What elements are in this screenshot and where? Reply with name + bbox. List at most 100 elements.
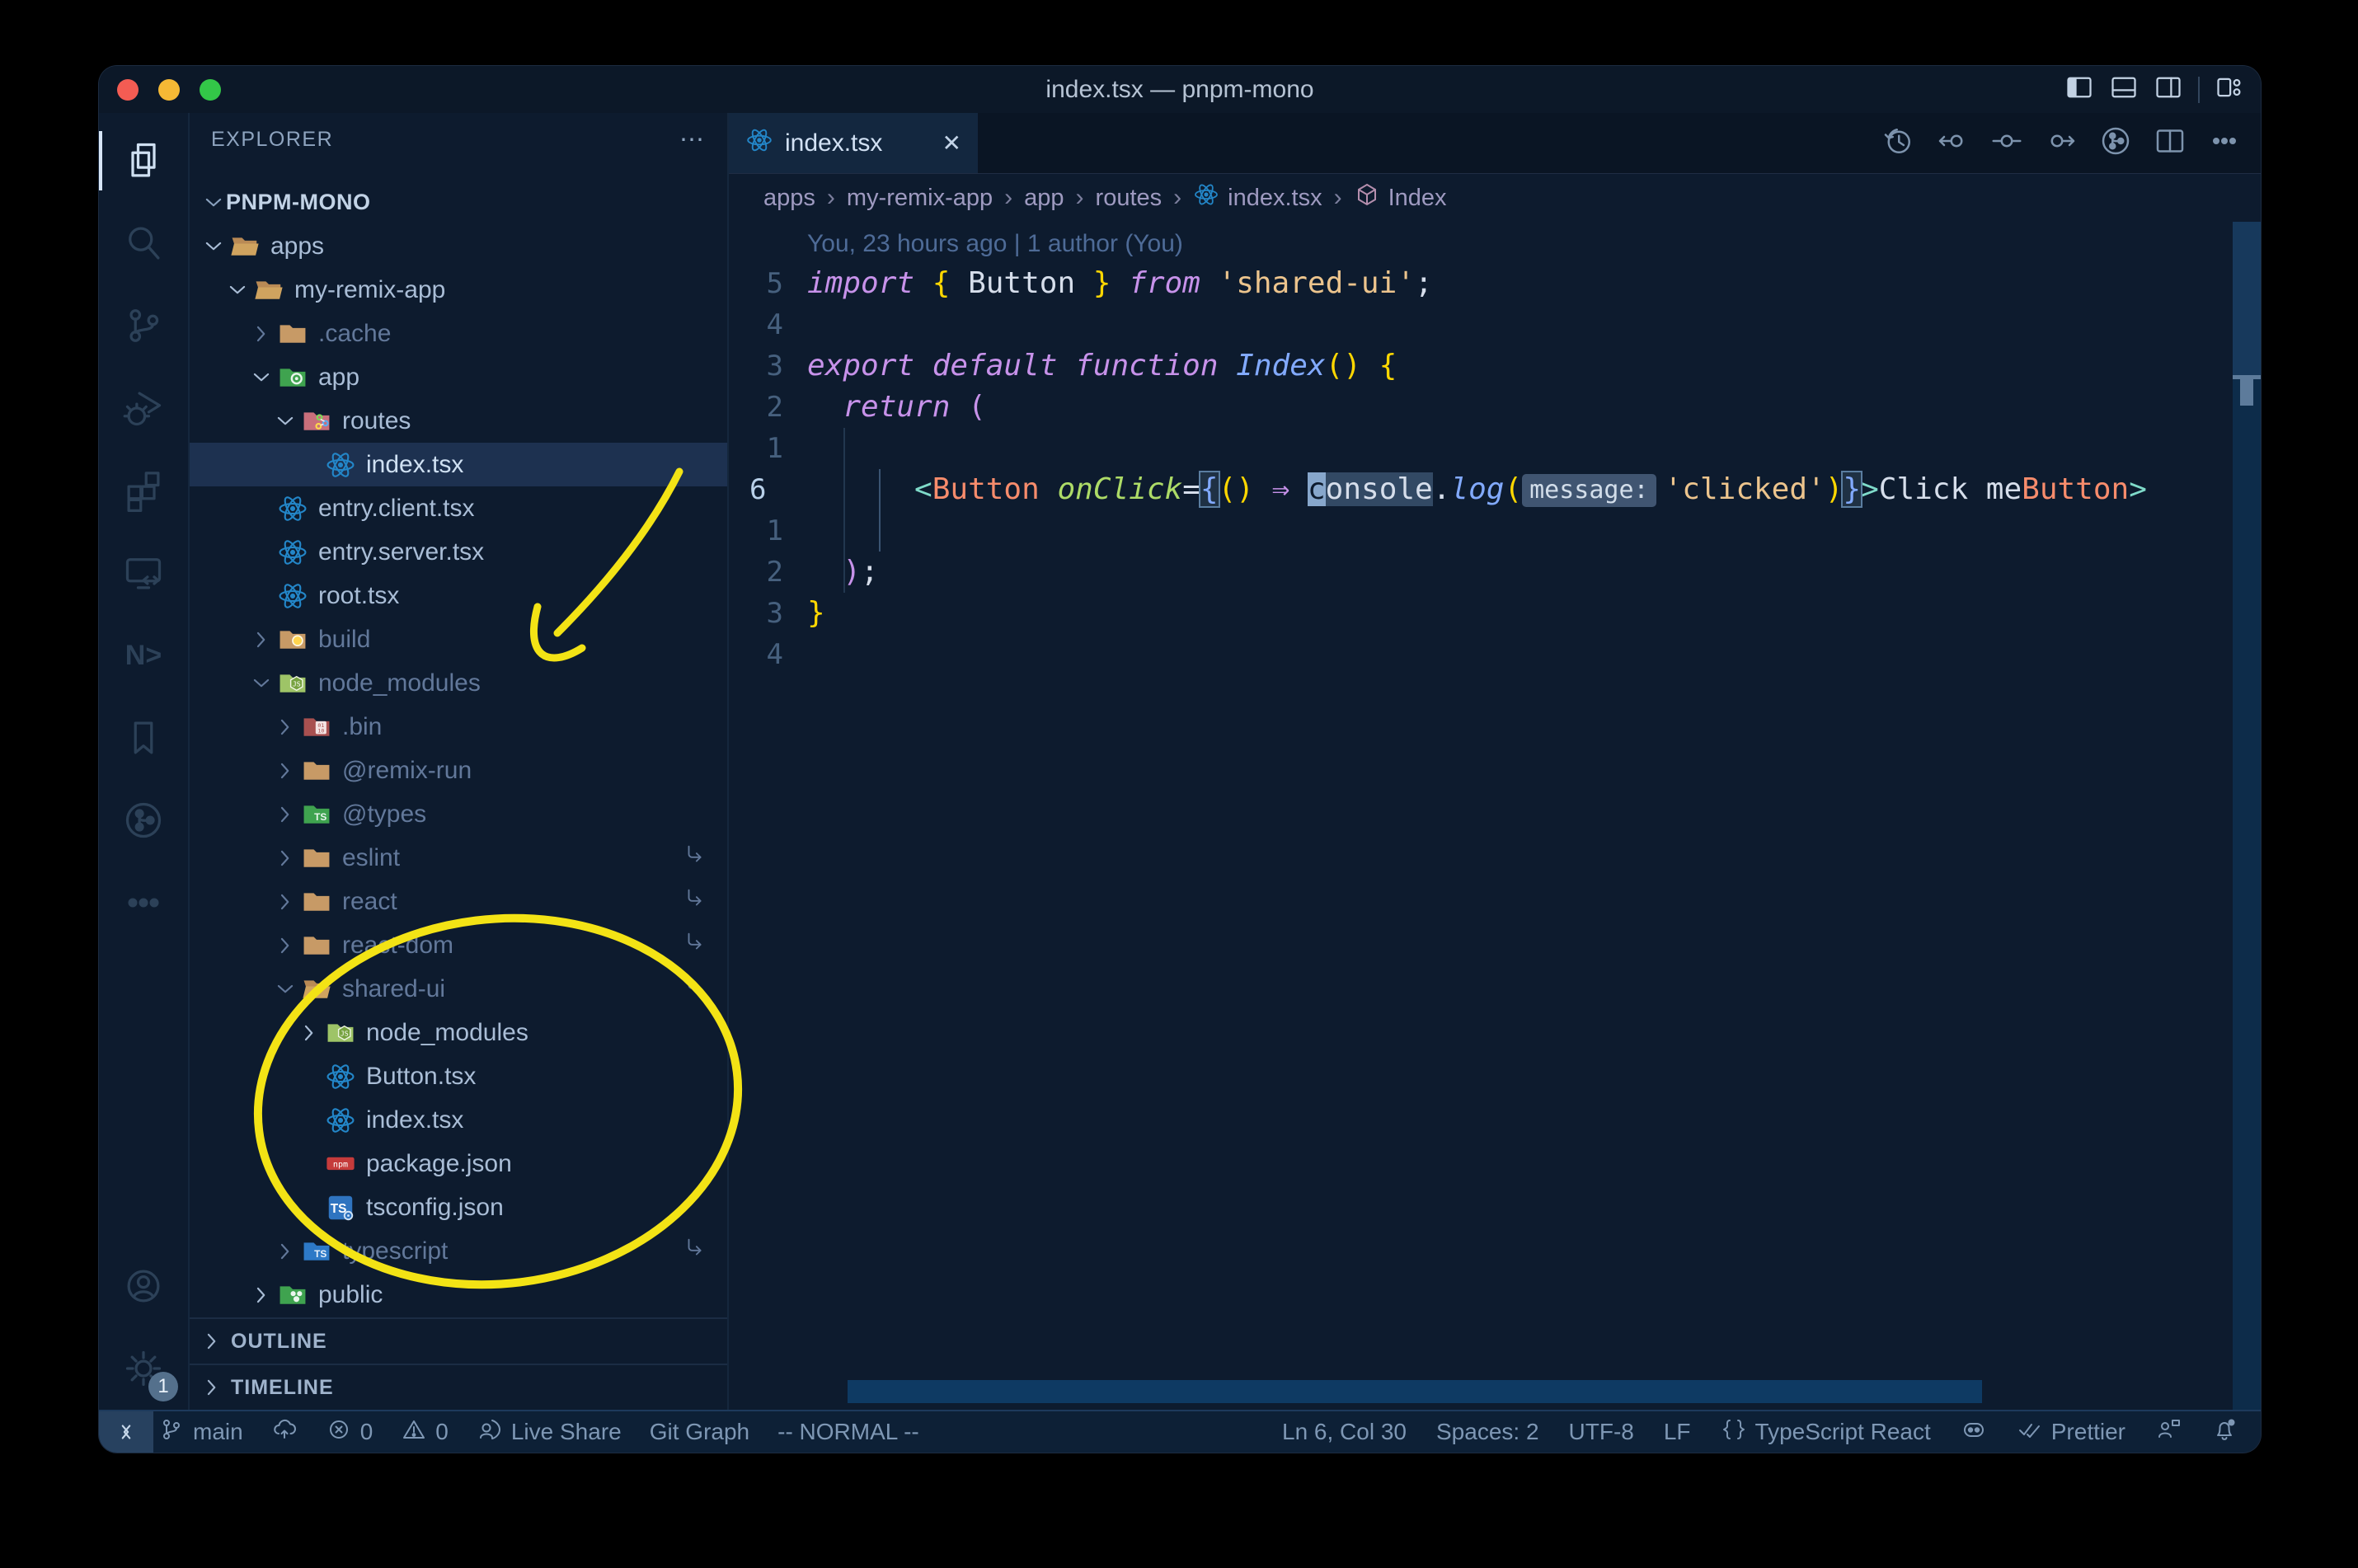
tree-item-shared-ui[interactable]: shared-ui: [190, 967, 727, 1011]
tree-item--types[interactable]: TS @types: [190, 792, 727, 836]
tree-item-react-dom[interactable]: react-dom: [190, 923, 727, 967]
chevron-right-icon: [273, 760, 298, 782]
tree-item-index-tsx[interactable]: index.tsx: [190, 443, 727, 486]
status-git-branch[interactable]: main: [158, 1416, 243, 1448]
activity-git-graph-icon[interactable]: [99, 779, 188, 861]
status-encoding[interactable]: UTF-8: [1569, 1419, 1634, 1445]
horizontal-scrollbar[interactable]: [848, 1380, 1982, 1403]
folder-icon: [301, 930, 332, 961]
activity-explorer-icon[interactable]: [99, 120, 188, 202]
tree-item-eslint[interactable]: eslint: [190, 836, 727, 880]
breadcrumb-routes[interactable]: routes: [1096, 185, 1163, 212]
status-language-mode[interactable]: TypeScript React: [1721, 1416, 1931, 1448]
tree-item-my-remix-app[interactable]: my-remix-app: [190, 268, 727, 312]
code-line-3[interactable]: 2 return (: [729, 387, 2261, 428]
activity-search-icon[interactable]: [99, 202, 188, 284]
activity-nx-console-icon[interactable]: N>: [99, 614, 188, 697]
toggle-secondary-sidebar-icon[interactable]: [2154, 73, 2183, 106]
code-line-2[interactable]: 3 export default function Index() {: [729, 345, 2261, 387]
activity-accounts-icon[interactable]: [99, 1245, 188, 1327]
code-line-8[interactable]: 3}: [729, 593, 2261, 634]
status-prettier[interactable]: Prettier: [2017, 1416, 2125, 1448]
tree-item-typescript[interactable]: TS typescript: [190, 1229, 727, 1273]
tree-item-root[interactable]: PNPM-MONO: [190, 181, 727, 224]
code-line-4[interactable]: 1: [729, 428, 2261, 469]
change-icon[interactable]: [1990, 124, 2023, 162]
code-line-7[interactable]: 2 );: [729, 552, 2261, 593]
sidebar-section-outline[interactable]: OUTLINE: [190, 1317, 727, 1364]
code-line-1[interactable]: 4: [729, 304, 2261, 345]
toggle-primary-sidebar-icon[interactable]: [2064, 73, 2094, 106]
line-number: 5: [766, 267, 783, 300]
code-line-9[interactable]: 4: [729, 634, 2261, 675]
sidebar-section-timeline[interactable]: TIMELINE: [190, 1364, 727, 1410]
close-tab-icon[interactable]: ✕: [942, 129, 961, 157]
tree-item-apps[interactable]: apps: [190, 224, 727, 268]
tab-index-tsx[interactable]: index.tsx ✕: [729, 113, 978, 173]
code-line-0[interactable]: 5 import { Button } from 'shared-ui';: [729, 263, 2261, 304]
status-notifications[interactable]: [2211, 1416, 2238, 1448]
breadcrumb-index-tsx[interactable]: index.tsx: [1193, 181, 1322, 214]
tree-item-entry-server-tsx[interactable]: entry.server.tsx: [190, 530, 727, 574]
activity-more-views-icon[interactable]: [99, 861, 188, 944]
tree-item-index-tsx[interactable]: index.tsx: [190, 1098, 727, 1142]
tree-item-app[interactable]: app: [190, 355, 727, 399]
line-number: 1: [766, 432, 783, 465]
status-indentation[interactable]: Spaces: 2: [1436, 1419, 1539, 1445]
history-icon[interactable]: [1881, 124, 1914, 162]
status-copilot[interactable]: [1961, 1416, 1987, 1448]
activity-settings-icon[interactable]: 1: [99, 1327, 188, 1410]
activity-extensions-icon[interactable]: [99, 449, 188, 532]
code-line-current[interactable]: 6 <Button onClick={() ⇒ console.log(mess…: [729, 469, 2261, 510]
screen: index.tsx — pnpm-mono N> 1 EXPLORER ⋯ PNP…: [0, 0, 2358, 1568]
tree-item-public[interactable]: public: [190, 1273, 727, 1317]
explorer-more-icon[interactable]: ⋯: [679, 125, 706, 154]
activity-source-control-icon[interactable]: [99, 284, 188, 367]
activity-bookmarks-icon[interactable]: [99, 697, 188, 779]
remote-indicator[interactable]: [99, 1411, 153, 1453]
previous-change-icon[interactable]: [1936, 124, 1969, 162]
tree-item-build[interactable]: build: [190, 617, 727, 661]
git-graph-icon[interactable]: [2099, 124, 2132, 162]
status-publish-changes[interactable]: [271, 1416, 298, 1448]
copilot-icon: [1961, 1416, 1987, 1448]
breadcrumb-my-remix-app[interactable]: my-remix-app: [847, 185, 993, 212]
folder-open-icon: [253, 275, 284, 306]
tree-item--bin[interactable]: 01 10 .bin: [190, 705, 727, 749]
breadcrumb-index[interactable]: Index: [1354, 181, 1447, 214]
status-feedback[interactable]: [2155, 1416, 2182, 1448]
tree-item--cache[interactable]: .cache: [190, 312, 727, 355]
activity-run-debug-icon[interactable]: [99, 367, 188, 449]
more-actions-icon[interactable]: [2208, 124, 2241, 162]
tree-item-tsconfig-json[interactable]: TS tsconfig.json: [190, 1185, 727, 1229]
status-live-share[interactable]: Live Share: [477, 1416, 622, 1448]
tree-item-entry-client-tsx[interactable]: entry.client.tsx: [190, 486, 727, 530]
tree-item-button-tsx[interactable]: Button.tsx: [190, 1054, 727, 1098]
tree-item-node-modules[interactable]: JS node_modules: [190, 1011, 727, 1054]
code-line-6[interactable]: 1: [729, 510, 2261, 552]
activity-remote-explorer-icon[interactable]: [99, 532, 188, 614]
tree-item-package-json[interactable]: npm package.json: [190, 1142, 727, 1185]
tree-item-node-modules[interactable]: JS node_modules: [190, 661, 727, 705]
tree-item--remix-run[interactable]: @remix-run: [190, 749, 727, 792]
split-editor-icon[interactable]: [2154, 124, 2187, 162]
status-cursor-position[interactable]: Ln 6, Col 30: [1282, 1419, 1407, 1445]
status-eol[interactable]: LF: [1664, 1419, 1691, 1445]
customize-layout-icon[interactable]: [2215, 73, 2244, 106]
tree-item-react[interactable]: react: [190, 880, 727, 923]
layout-controls: [2064, 66, 2244, 113]
code-editor[interactable]: You, 23 hours ago | 1 author (You) 5 impor…: [729, 222, 2261, 1410]
npm-icon: npm: [325, 1148, 356, 1180]
status-vim-mode[interactable]: -- NORMAL --: [777, 1419, 919, 1445]
breadcrumb-app[interactable]: app: [1024, 185, 1064, 212]
status-warnings[interactable]: 0: [401, 1416, 449, 1448]
status-errors[interactable]: 0: [326, 1416, 373, 1448]
breadcrumb-apps[interactable]: apps: [763, 185, 815, 212]
toggle-panel-icon[interactable]: [2109, 73, 2139, 106]
status-git-graph[interactable]: Git Graph: [650, 1419, 749, 1445]
editor-group: index.tsx ✕ apps › my-remix-app › app › routes ›…: [729, 113, 2261, 1410]
tree-item-root-tsx[interactable]: root.tsx: [190, 574, 727, 617]
next-change-icon[interactable]: [2045, 124, 2078, 162]
tree-item-routes[interactable]: routes: [190, 399, 727, 443]
vertical-scrollbar[interactable]: [2233, 222, 2261, 1410]
